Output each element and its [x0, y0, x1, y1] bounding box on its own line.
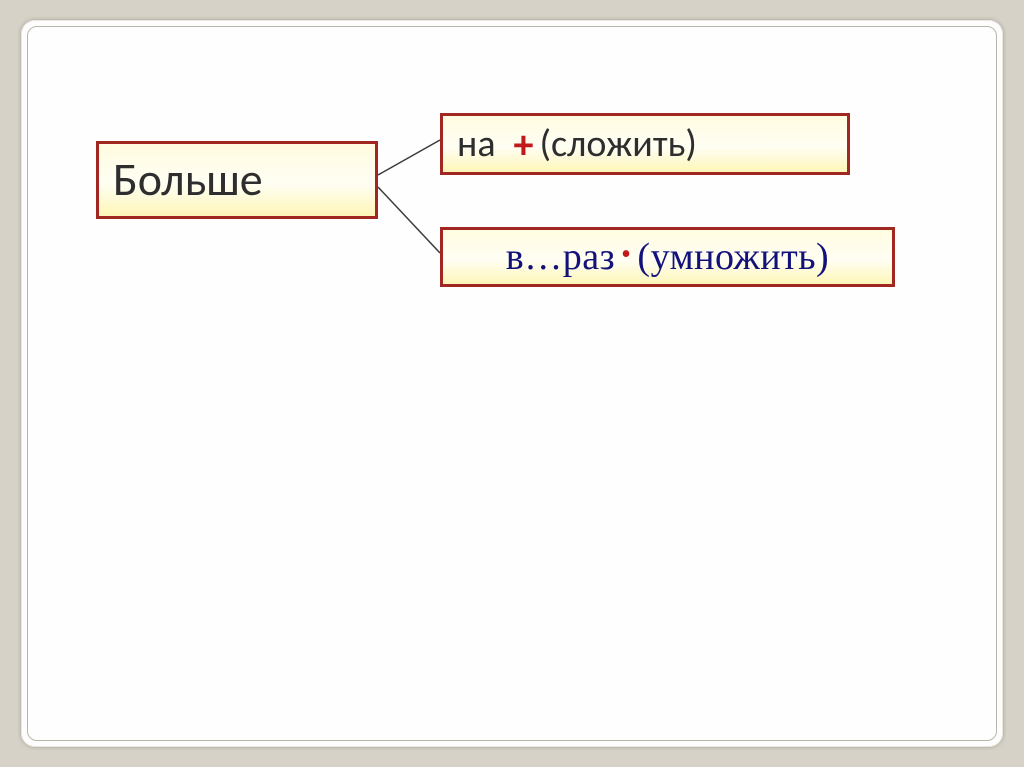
- branch-bottom-row: в…раз • (умножить): [506, 235, 829, 279]
- branch-multiply-box: в…раз • (умножить): [440, 227, 895, 287]
- main-concept-label: Больше: [113, 152, 263, 208]
- branch-top-paren: (сложить): [539, 121, 696, 167]
- dot-icon: •: [621, 239, 631, 271]
- slide-outer-frame: Больше на + (сложить) в…раз • (умножить): [21, 20, 1003, 747]
- branch-top-prefix: на: [457, 121, 496, 167]
- slide-inner-frame: Больше на + (сложить) в…раз • (умножить): [27, 26, 997, 741]
- branch-bottom-prefix: в…раз: [506, 235, 615, 279]
- branch-addition-box: на + (сложить): [440, 113, 850, 175]
- main-concept-box: Больше: [96, 141, 378, 219]
- branch-bottom-paren: (умножить): [637, 235, 829, 279]
- plus-icon: +: [514, 120, 534, 169]
